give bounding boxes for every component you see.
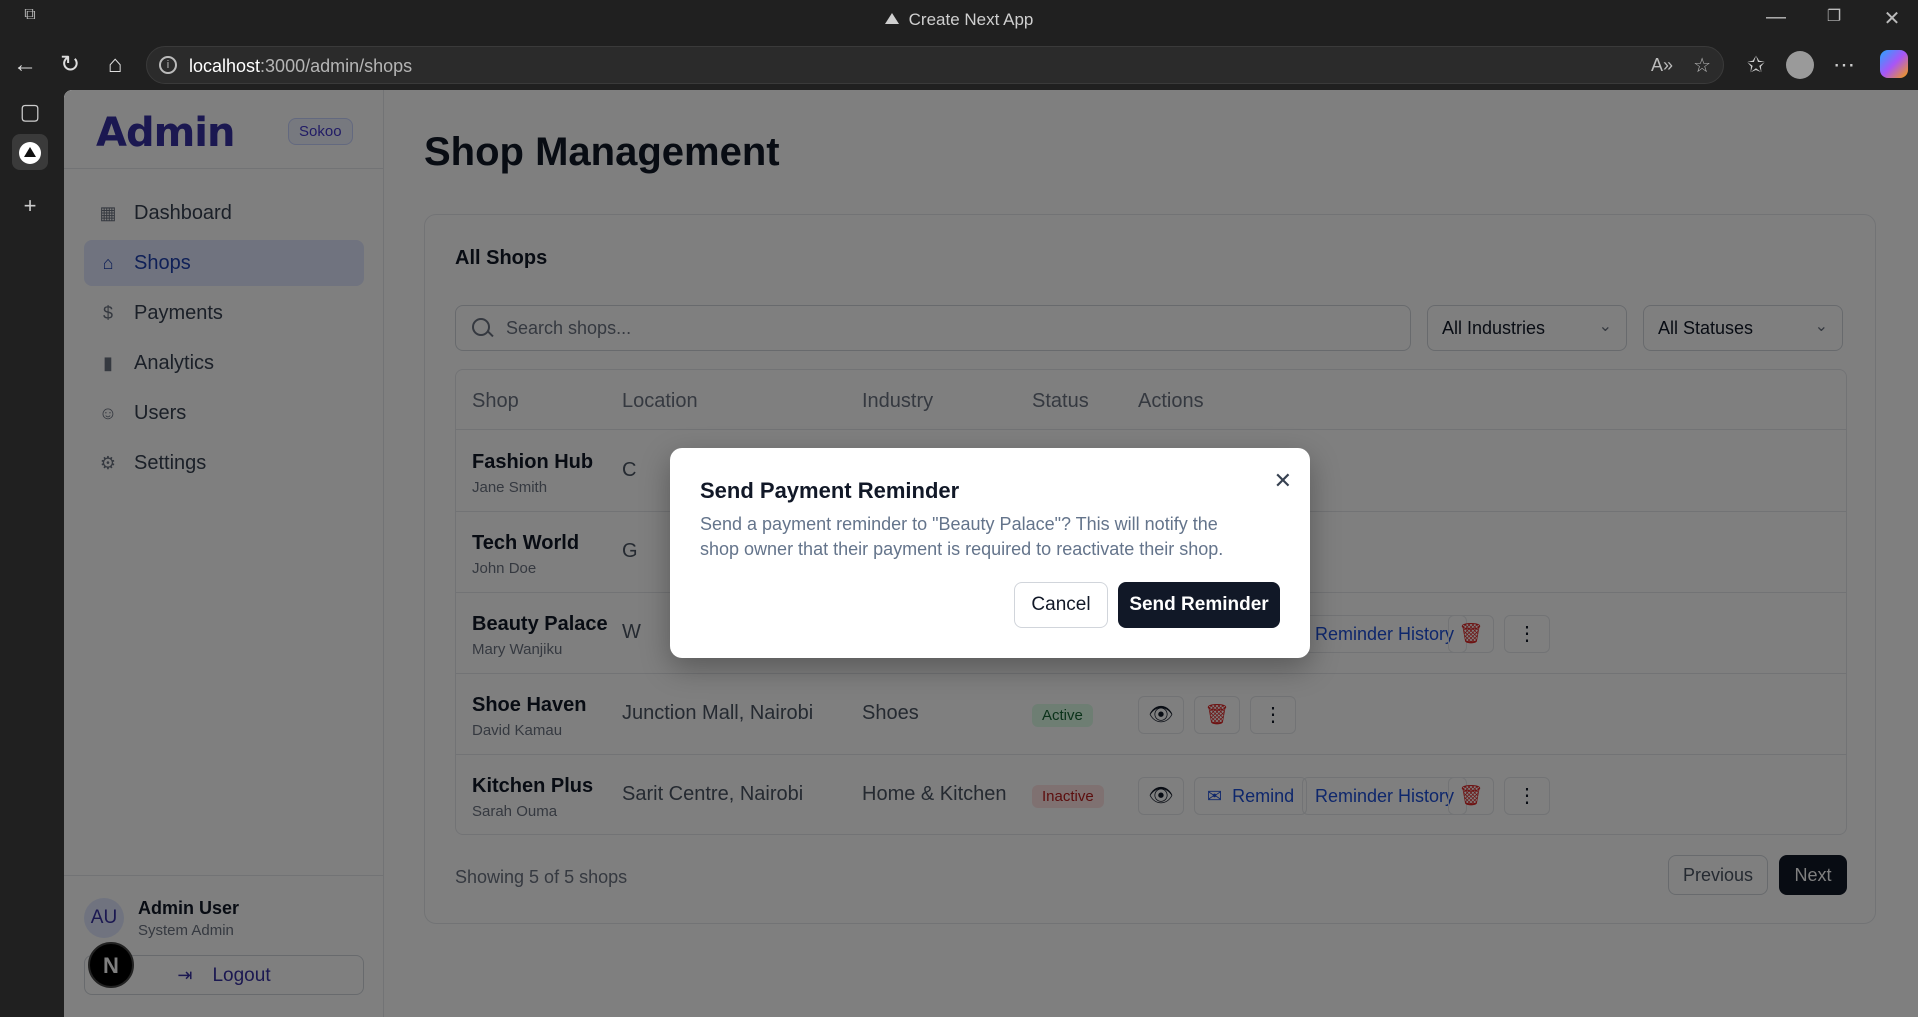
favorite-star-icon[interactable]: ☆ xyxy=(1693,53,1711,78)
restore-icon[interactable]: ❐ xyxy=(1814,6,1854,26)
tab-current[interactable] xyxy=(12,134,48,170)
browser-titlebar: ⧉ Create Next App — ❐ ✕ xyxy=(0,0,1918,40)
reminder-dialog: Send Payment Reminder ✕ Send a payment r… xyxy=(670,448,1310,658)
more-icon[interactable]: ⋯ xyxy=(1828,52,1860,78)
close-icon[interactable]: ✕ xyxy=(1274,468,1292,494)
refresh-icon[interactable]: ↻ xyxy=(55,52,85,78)
url-host: localhost xyxy=(189,56,261,76)
back-icon[interactable]: ← xyxy=(10,52,40,78)
url-path: :3000/admin/shops xyxy=(260,56,413,76)
send-reminder-button[interactable]: Send Reminder xyxy=(1118,582,1280,628)
read-aloud-icon[interactable]: A» xyxy=(1651,55,1673,76)
site-info-icon[interactable]: i xyxy=(159,56,177,74)
dialog-description: Send a payment reminder to "Beauty Palac… xyxy=(700,514,1224,559)
page: Admin Sokoo ▦Dashboard ⌂Shops $Payments … xyxy=(64,90,1918,1017)
vertical-tabs: ▢ + xyxy=(0,90,62,1017)
tab-actions-icon[interactable]: ▢ xyxy=(12,94,48,130)
window-title: Create Next App xyxy=(0,10,1918,30)
home-icon[interactable]: ⌂ xyxy=(100,52,130,78)
address-bar[interactable]: i localhost:3000/admin/shops A» ☆ xyxy=(146,46,1724,84)
dialog-title: Send Payment Reminder xyxy=(700,478,960,503)
profile-avatar[interactable] xyxy=(1786,51,1814,79)
minimize-icon[interactable]: — xyxy=(1756,6,1796,29)
favorites-icon[interactable]: ✩ xyxy=(1740,52,1772,78)
cancel-button[interactable]: Cancel xyxy=(1014,582,1108,628)
new-tab-icon[interactable]: + xyxy=(12,188,48,224)
copilot-icon[interactable] xyxy=(1880,50,1908,78)
close-window-icon[interactable]: ✕ xyxy=(1872,6,1912,31)
